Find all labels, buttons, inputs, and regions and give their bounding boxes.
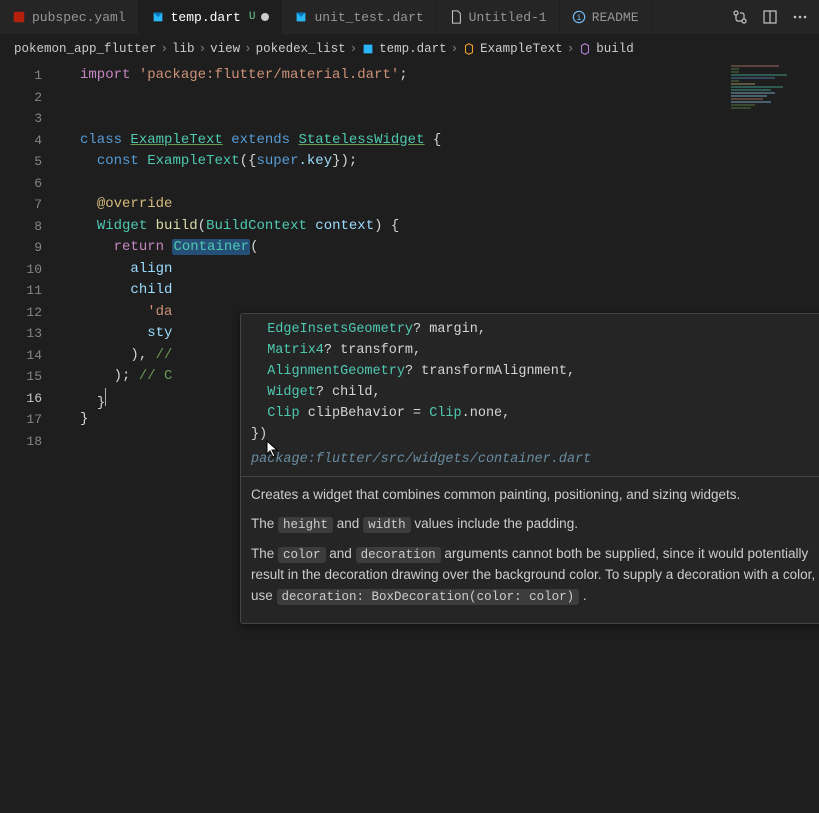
chevron-right-icon: › — [244, 42, 252, 56]
code-line[interactable] — [60, 173, 819, 195]
line-number: 9 — [0, 237, 42, 259]
code-line[interactable]: child — [60, 280, 819, 302]
svg-text:i: i — [576, 14, 581, 23]
line-number: 8 — [0, 216, 42, 238]
dart-icon — [294, 10, 308, 24]
tab-label: README — [592, 10, 639, 25]
code-line[interactable]: @override — [60, 194, 819, 216]
code-line[interactable]: const ExampleText({super.key}); — [60, 151, 819, 173]
tab-temp-dart[interactable]: temp.dart U — [139, 0, 283, 34]
code-line[interactable]: import 'package:flutter/material.dart'; — [60, 65, 819, 87]
line-gutter: 1 2 3 4 5 6 7 8 9 10 11 12 13 14 15 16 1… — [0, 63, 60, 813]
line-number: 1 — [0, 65, 42, 87]
split-editor-icon[interactable] — [759, 6, 781, 28]
chevron-right-icon: › — [350, 42, 358, 56]
line-number: 18 — [0, 431, 42, 453]
line-number: 12 — [0, 302, 42, 324]
hover-source: package:flutter/src/widgets/container.da… — [251, 450, 819, 471]
tab-bar: pubspec.yaml temp.dart U unit_test.dart … — [0, 0, 819, 35]
breadcrumb-item[interactable]: pokemon_app_flutter — [14, 42, 157, 56]
line-number: 13 — [0, 323, 42, 345]
tab-readme[interactable]: i README — [560, 0, 652, 34]
code-line[interactable]: Widget build(BuildContext context) { — [60, 216, 819, 238]
editor-area[interactable]: 1 2 3 4 5 6 7 8 9 10 11 12 13 14 15 16 1… — [0, 63, 819, 813]
divider — [241, 476, 819, 477]
signature-line: Matrix4? transform, — [251, 341, 819, 362]
chevron-right-icon: › — [567, 42, 575, 56]
line-number: 5 — [0, 151, 42, 173]
dart-icon — [151, 10, 165, 24]
line-number: 17 — [0, 409, 42, 431]
tab-untitled[interactable]: Untitled-1 — [437, 0, 560, 34]
dart-icon — [361, 42, 375, 56]
code-line[interactable]: return Container( — [60, 237, 819, 259]
tab-label: temp.dart — [171, 10, 241, 25]
breadcrumb-item[interactable]: pokedex_list — [256, 42, 346, 56]
modified-indicator — [261, 13, 269, 21]
class-icon — [462, 42, 476, 56]
line-number: 3 — [0, 108, 42, 130]
line-number: 10 — [0, 259, 42, 281]
signature-line: Widget? child, — [251, 383, 819, 404]
method-icon — [578, 42, 592, 56]
breadcrumb-symbol[interactable]: ExampleText — [462, 42, 563, 56]
line-number: 6 — [0, 173, 42, 195]
yaml-icon — [12, 10, 26, 24]
chevron-right-icon: › — [199, 42, 207, 56]
compare-changes-icon[interactable] — [729, 6, 751, 28]
code-line[interactable]: class ExampleText extends StatelessWidge… — [60, 130, 819, 152]
line-number: 14 — [0, 345, 42, 367]
more-actions-icon[interactable] — [789, 6, 811, 28]
breadcrumb-item[interactable]: lib — [172, 42, 195, 56]
line-number: 7 — [0, 194, 42, 216]
line-number: 16 — [0, 388, 42, 410]
git-untracked-marker: U — [249, 11, 256, 23]
breadcrumb-symbol[interactable]: build — [578, 42, 634, 56]
line-number: 2 — [0, 87, 42, 109]
code-line[interactable]: align — [60, 259, 819, 281]
doc-paragraph: The color and decoration arguments canno… — [251, 544, 819, 608]
tab-actions — [721, 6, 819, 28]
signature-line: AlignmentGeometry? transformAlignment, — [251, 362, 819, 383]
hover-documentation: Creates a widget that combines common pa… — [251, 485, 819, 607]
breadcrumb-item[interactable]: temp.dart — [361, 42, 447, 56]
breadcrumb[interactable]: pokemon_app_flutter › lib › view › poked… — [0, 35, 819, 63]
line-number: 15 — [0, 366, 42, 388]
code-line[interactable] — [60, 108, 819, 130]
signature-line: Clip clipBehavior = Clip.none, — [251, 404, 819, 425]
signature-line: EdgeInsetsGeometry? margin, — [251, 320, 819, 341]
doc-paragraph: Creates a widget that combines common pa… — [251, 485, 819, 506]
file-icon — [449, 10, 463, 24]
tab-label: pubspec.yaml — [32, 10, 126, 25]
tab-label: Untitled-1 — [469, 10, 547, 25]
doc-paragraph: The height and width values include the … — [251, 514, 819, 535]
tab-unit-test[interactable]: unit_test.dart — [282, 0, 436, 34]
chevron-right-icon: › — [451, 42, 459, 56]
tab-pubspec[interactable]: pubspec.yaml — [0, 0, 139, 34]
chevron-right-icon: › — [161, 42, 169, 56]
minimap[interactable] — [731, 65, 811, 185]
hover-tooltip[interactable]: EdgeInsetsGeometry? margin, Matrix4? tra… — [240, 313, 819, 624]
tab-label: unit_test.dart — [314, 10, 423, 25]
code-content[interactable]: import 'package:flutter/material.dart'; … — [60, 63, 819, 813]
code-line[interactable] — [60, 87, 819, 109]
breadcrumb-item[interactable]: view — [210, 42, 240, 56]
signature-line: }) — [251, 425, 819, 446]
line-number: 11 — [0, 280, 42, 302]
line-number: 4 — [0, 130, 42, 152]
info-icon: i — [572, 10, 586, 24]
